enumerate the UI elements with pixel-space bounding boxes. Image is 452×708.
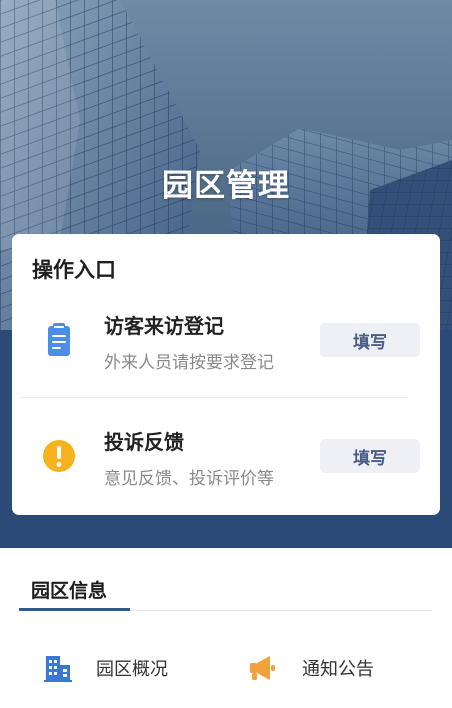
clipboard-icon bbox=[48, 323, 70, 356]
entry-description: 意见反馈、投诉评价等 bbox=[104, 469, 274, 489]
notice-label: 通知公告 bbox=[302, 659, 374, 680]
entry-name: 访客来访登记 bbox=[104, 314, 224, 338]
visitor-fill-button[interactable]: 填写 bbox=[320, 323, 420, 357]
building-icon bbox=[44, 656, 72, 682]
entry-description: 外来人员请按要求登记 bbox=[104, 353, 274, 373]
entry-name: 投诉反馈 bbox=[104, 430, 184, 454]
park-overview-label: 园区概况 bbox=[96, 659, 168, 680]
complaint-feedback-entry[interactable]: 投诉反馈 意见反馈、投诉评价等 填写 bbox=[32, 414, 420, 504]
entry-divider bbox=[20, 397, 408, 398]
exclamation-icon bbox=[43, 440, 75, 472]
visitor-registration-entry[interactable]: 访客来访登记 外来人员请按要求登记 填写 bbox=[32, 298, 420, 388]
tab-park-info[interactable]: 园区信息 bbox=[31, 576, 107, 603]
entry-card: 操作入口 访客来访登记 外来人员请按要求登记 填写 投诉反馈 意见反馈、投诉评价… bbox=[12, 234, 440, 515]
notice-link[interactable]: 通知公告 bbox=[248, 648, 374, 688]
megaphone-icon bbox=[250, 656, 275, 680]
page-title: 园区管理 bbox=[162, 168, 290, 204]
active-tab-indicator bbox=[19, 608, 130, 611]
park-overview-link[interactable]: 园区概况 bbox=[42, 648, 168, 688]
complaint-fill-button[interactable]: 填写 bbox=[320, 439, 420, 473]
entry-card-title: 操作入口 bbox=[32, 258, 116, 282]
